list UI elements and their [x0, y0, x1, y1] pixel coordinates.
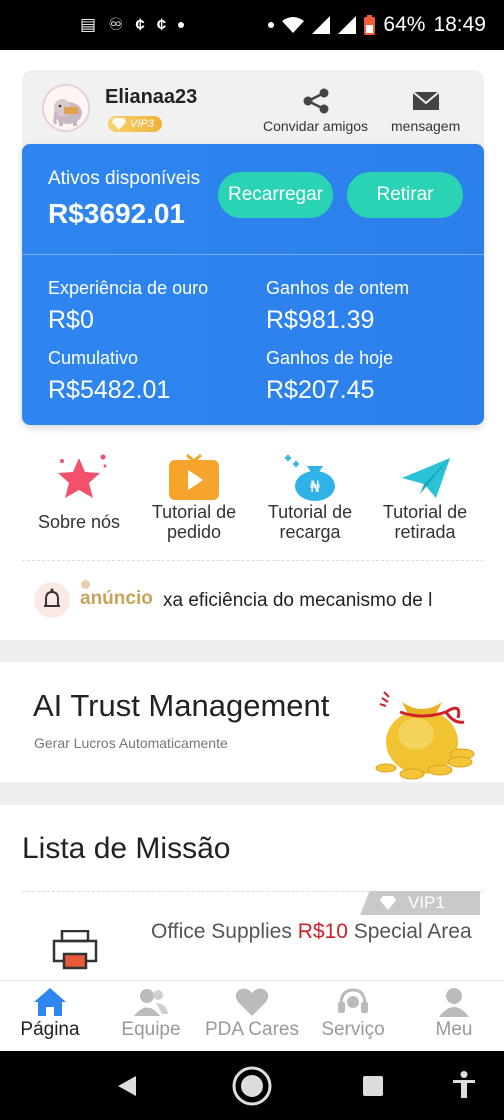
money-bag-icon: ₦	[285, 455, 335, 501]
home-icon	[34, 988, 66, 1016]
headset-icon	[338, 988, 368, 1013]
tab-me-label: Meu	[435, 1019, 473, 1040]
yesterday-earnings-value: R$981.39	[266, 306, 375, 334]
tab-home-label: Página	[20, 1019, 80, 1040]
dot-icon-2	[268, 22, 275, 28]
tab-me[interactable]: Meu	[404, 987, 504, 1041]
battery-icon	[364, 15, 376, 35]
balance-card: Ativos disponíveis R$3692.01 Recarregar …	[22, 144, 484, 425]
vip-requirement-text: VIP1	[408, 893, 445, 912]
messages-button[interactable]: mensagem	[391, 88, 460, 134]
gold-experience-label: Experiência de ouro	[48, 278, 209, 298]
user-card: Elianaa23 VIP3 Convidar amigos mensagem	[22, 70, 484, 154]
about-us-link[interactable]: Sobre nós	[21, 452, 137, 532]
available-assets-value: R$3692.01	[48, 198, 186, 229]
accessibility-icon[interactable]	[452, 1071, 476, 1099]
vip-requirement-tag: VIP1	[360, 891, 480, 915]
mission-list-title: Lista de Missão	[22, 832, 231, 865]
printer-icon	[52, 930, 98, 970]
bottom-tab-bar: Página Equipe PDA Cares Serviço Meu	[0, 980, 504, 1051]
withdraw-tutorial-link[interactable]: Tutorial de retirada	[367, 452, 483, 542]
quick-links-divider	[22, 560, 484, 561]
mission-item-area: Special Area	[353, 920, 472, 943]
announcement-marquee[interactable]: xa eficiência do mecanismo de l	[163, 590, 473, 612]
share-icon	[303, 88, 329, 114]
clock: 18:49	[433, 13, 486, 36]
gold-bag-icon	[375, 691, 475, 780]
tab-pda-cares-label: PDA Cares	[205, 1019, 299, 1040]
recent-apps-icon[interactable]	[362, 1075, 384, 1097]
battery-percent: 64%	[383, 13, 426, 36]
gold-experience-value: R$0	[48, 306, 94, 334]
cumulative-value: R$5482.01	[48, 376, 171, 404]
bell-icon	[44, 588, 60, 607]
diamond-icon	[380, 896, 396, 910]
tab-team-label: Equipe	[121, 1019, 181, 1040]
tab-team[interactable]: Equipe	[101, 987, 201, 1041]
tab-home[interactable]: Página	[0, 987, 100, 1041]
tab-pda-cares[interactable]: PDA Cares	[202, 987, 302, 1041]
recharge-button[interactable]: Recarregar	[218, 172, 333, 218]
svg-text:₦: ₦	[310, 477, 320, 496]
app-notification-icon: ♾	[108, 15, 124, 34]
ai-trust-subtitle: Gerar Lucros Automaticamente	[34, 735, 228, 751]
username: Elianaa23	[105, 86, 198, 108]
cumulative-label: Cumulativo	[48, 348, 139, 368]
today-earnings-value: R$207.45	[266, 376, 375, 404]
envelope-icon	[411, 91, 440, 110]
announcement-label: anúncio	[80, 588, 153, 609]
tab-service-label: Serviço	[321, 1019, 385, 1040]
recharge-tutorial-link[interactable]: ₦ Tutorial de recarga	[252, 452, 368, 542]
paper-plane-icon	[402, 458, 450, 498]
about-us-label: Sobre nós	[37, 512, 121, 532]
system-status: 64% 18:49	[268, 13, 486, 37]
home-button-icon[interactable]	[231, 1065, 273, 1107]
currency-notification-icon-2: ¢	[156, 15, 167, 34]
card-divider	[22, 254, 484, 255]
currency-notification-icon: ¢	[135, 15, 145, 34]
back-icon[interactable]	[116, 1074, 138, 1098]
invite-friends-label: Convidar amigos	[263, 118, 369, 134]
avatar[interactable]	[42, 84, 90, 132]
mission-item-price: R$10	[297, 920, 348, 943]
mission-item-name: Office Supplies	[151, 920, 292, 943]
order-tutorial-label: Tutorial de pedido	[151, 502, 237, 542]
diamond-icon	[112, 118, 126, 130]
heart-icon	[235, 988, 269, 1016]
ai-trust-title: AI Trust Management	[33, 688, 330, 723]
vip-level-text: VIP3	[130, 118, 154, 130]
withdraw-button[interactable]: Retirar	[347, 172, 463, 218]
signal-icon	[312, 16, 331, 34]
yesterday-earnings-label: Ganhos de ontem	[266, 278, 410, 298]
system-navigation-bar	[0, 1051, 504, 1120]
video-icon	[169, 453, 219, 500]
invite-friends-button[interactable]: Convidar amigos	[263, 88, 368, 134]
signal-icon-2	[338, 16, 357, 34]
available-assets-label: Ativos disponíveis	[48, 168, 201, 189]
notification-icons: ▤ ♾ ¢ ¢	[80, 15, 185, 35]
today-earnings-label: Ganhos de hoje	[266, 348, 394, 368]
announcement-icon-circle	[34, 582, 70, 618]
ai-trust-banner[interactable]: AI Trust Management Gerar Lucros Automat…	[0, 662, 504, 782]
order-tutorial-link[interactable]: Tutorial de pedido	[136, 452, 252, 542]
messages-label: mensagem	[391, 118, 461, 134]
user-icon	[439, 988, 469, 1017]
recharge-tutorial-label: Tutorial de recarga	[267, 502, 353, 542]
star-icon	[58, 454, 107, 498]
mission-list-section: Lista de Missão VIP1 Office Supplies R$1…	[0, 805, 504, 985]
message-notification-icon: ▤	[80, 15, 97, 34]
team-icon	[134, 989, 168, 1016]
elephant-avatar-icon	[44, 86, 88, 130]
dot-icon	[178, 22, 185, 28]
withdraw-tutorial-label: Tutorial de retirada	[382, 502, 468, 542]
wifi-icon	[282, 17, 305, 33]
status-bar: ▤ ♾ ¢ ¢ 64% 18:49	[0, 0, 504, 50]
tab-service[interactable]: Serviço	[303, 987, 403, 1041]
vip-level-badge: VIP3	[108, 116, 162, 132]
mission-item[interactable]: Office Supplies R$10 Special Area	[151, 919, 491, 945]
